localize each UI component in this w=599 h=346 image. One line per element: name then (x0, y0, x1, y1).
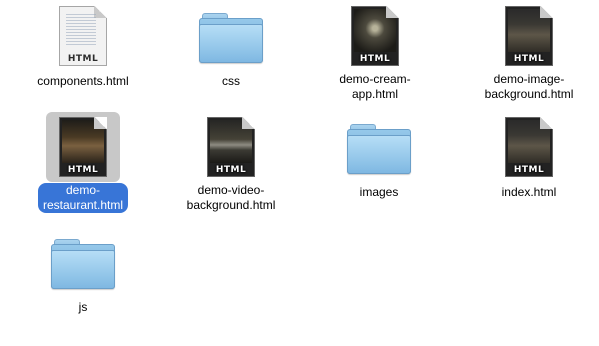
folder-icon-container (46, 227, 120, 297)
folder-name-label: images (359, 185, 399, 199)
file-name-label: demo-image- background.html (484, 72, 574, 101)
file-icon-container: HTML (492, 1, 566, 71)
folder-icon-container (194, 1, 268, 71)
folder-icon-container (342, 112, 416, 182)
file-demo-restaurant-html[interactable]: HTML demo- restaurant.html (14, 112, 152, 220)
html-document-thumbnail-icon: HTML (505, 6, 553, 66)
html-badge: HTML (67, 54, 99, 64)
file-demo-image-background-html[interactable]: HTML demo-image- background.html (460, 1, 598, 109)
folder-js[interactable]: js (14, 227, 152, 335)
html-badge: HTML (513, 54, 545, 64)
folder-name-label: js (78, 300, 88, 314)
html-document-icon: HTML (59, 6, 107, 66)
folder-icon (199, 13, 263, 63)
folder-name-label: css (222, 74, 240, 88)
file-index-html[interactable]: HTML index.html (460, 112, 598, 220)
file-components-html[interactable]: HTML components.html (14, 1, 152, 109)
file-name-label: index.html (501, 185, 557, 199)
file-demo-video-background-html[interactable]: HTML demo-video- background.html (162, 112, 300, 220)
file-name-label: demo- restaurant.html (37, 183, 129, 213)
html-badge: HTML (215, 165, 247, 175)
file-icon-container: HTML (194, 112, 268, 182)
folder-icon (347, 124, 411, 174)
file-demo-cream-app-html[interactable]: HTML demo-cream- app.html (306, 1, 444, 109)
folder-css[interactable]: css (162, 1, 300, 109)
html-document-thumbnail-icon: HTML (351, 6, 399, 66)
html-document-thumbnail-icon: HTML (59, 117, 107, 177)
html-badge: HTML (513, 165, 545, 175)
file-icon-container: HTML (46, 112, 120, 182)
folder-icon (51, 239, 115, 289)
file-icon-container: HTML (46, 1, 120, 71)
file-icon-container: HTML (492, 112, 566, 182)
file-name-label: demo-video- background.html (186, 183, 276, 212)
html-document-thumbnail-icon: HTML (207, 117, 255, 177)
file-name-label: components.html (37, 74, 129, 88)
html-badge: HTML (67, 165, 99, 175)
file-name-label: demo-cream- app.html (339, 72, 411, 101)
file-icon-container: HTML (338, 1, 412, 71)
html-document-thumbnail-icon: HTML (505, 117, 553, 177)
folder-images[interactable]: images (310, 112, 448, 220)
html-badge: HTML (359, 54, 391, 64)
